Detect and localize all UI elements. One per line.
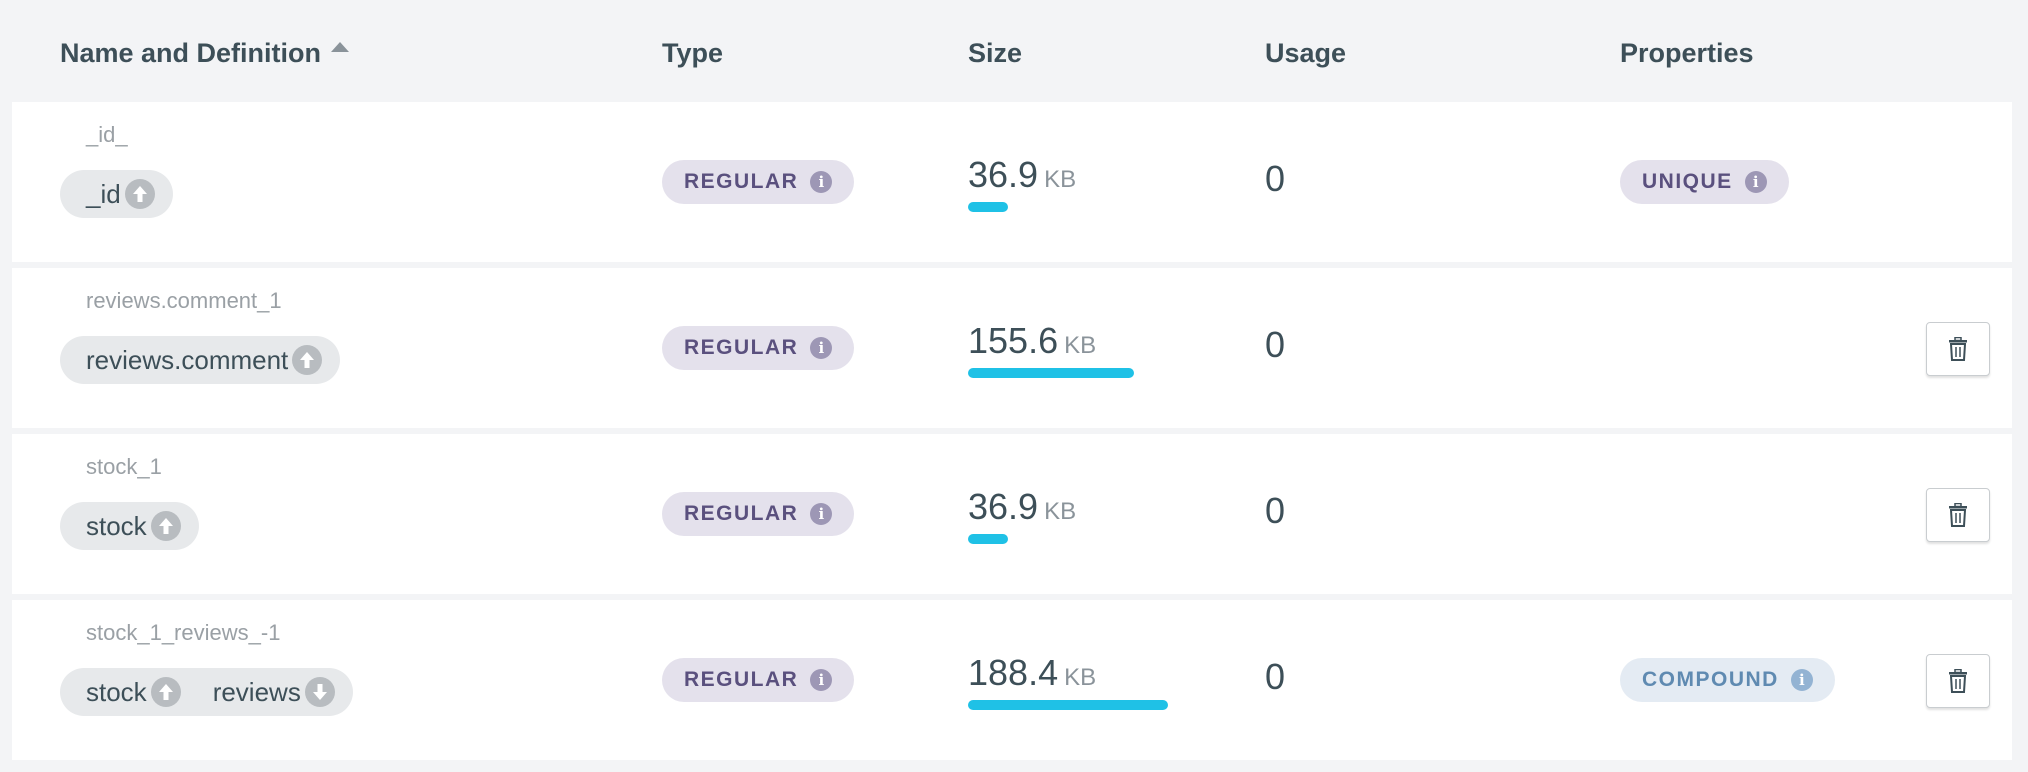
delete-index-button[interactable] xyxy=(1926,322,1990,376)
size-value: 36.9 xyxy=(968,154,1039,195)
index-field: _id xyxy=(86,179,155,210)
index-field-name: reviews.comment xyxy=(86,344,289,375)
trash-icon xyxy=(1948,503,1968,527)
info-icon[interactable]: i xyxy=(810,669,833,691)
column-header-type-label: Type xyxy=(662,38,724,68)
size-value: 188.4 xyxy=(968,652,1059,693)
column-header-name-label: Name and Definition xyxy=(60,38,322,68)
column-header-size[interactable]: Size xyxy=(968,38,1022,69)
type-badge: REGULAR i xyxy=(662,160,855,204)
size-cell: 36.9 KB xyxy=(968,154,1077,212)
info-icon[interactable]: i xyxy=(810,171,833,193)
column-header-properties-label: Properties xyxy=(1620,38,1754,68)
size-unit: KB xyxy=(1064,332,1097,359)
arrow-up-circle-icon xyxy=(124,179,155,209)
table-row: stock_1 stock REGULAR i 36.9 KB 0 xyxy=(12,434,2012,594)
index-field: reviews xyxy=(213,677,335,708)
info-icon[interactable]: i xyxy=(1790,669,1813,691)
table-row: stock_1_reviews_-1 stock reviews REGULAR… xyxy=(12,600,2012,760)
trash-icon xyxy=(1948,669,1968,693)
size-bar xyxy=(968,534,1008,544)
index-name: _id_ xyxy=(86,122,128,147)
size-cell: 155.6 KB xyxy=(968,320,1134,378)
column-header-type[interactable]: Type xyxy=(662,38,723,69)
trash-icon xyxy=(1948,337,1968,361)
size-unit: KB xyxy=(1044,166,1077,193)
info-icon[interactable]: i xyxy=(1744,171,1767,193)
table-header: Name and Definition Type Size Usage Prop… xyxy=(0,0,2028,102)
property-badge-label: COMPOUND xyxy=(1642,668,1779,691)
type-badge-label: REGULAR xyxy=(684,668,799,691)
size-cell: 36.9 KB xyxy=(968,486,1077,544)
table-row: _id_ _id REGULAR i 36.9 KB 0 UNIQUE i xyxy=(12,102,2012,262)
column-header-name[interactable]: Name and Definition xyxy=(60,38,350,69)
property-badge: COMPOUND i xyxy=(1620,658,1835,702)
info-icon[interactable]: i xyxy=(810,337,833,359)
size-bar xyxy=(968,202,1008,212)
delete-index-button[interactable] xyxy=(1926,654,1990,708)
type-badge-label: REGULAR xyxy=(684,502,799,525)
arrow-up-circle-icon xyxy=(292,345,323,375)
index-definition-pill: stock xyxy=(60,502,199,550)
type-badge-label: REGULAR xyxy=(684,336,799,359)
column-header-usage[interactable]: Usage xyxy=(1265,38,1346,69)
type-badge: REGULAR i xyxy=(662,658,855,702)
index-name: reviews.comment_1 xyxy=(86,288,282,313)
usage-count: 0 xyxy=(1265,324,1286,365)
delete-index-button[interactable] xyxy=(1926,488,1990,542)
index-definition-pill: stock reviews xyxy=(60,668,353,716)
size-unit: KB xyxy=(1064,664,1097,691)
arrow-up-circle-icon xyxy=(150,511,181,541)
type-badge-label: REGULAR xyxy=(684,170,799,193)
index-field-name: stock xyxy=(86,676,147,707)
size-unit: KB xyxy=(1044,498,1077,525)
size-bar xyxy=(968,700,1168,710)
arrow-down-circle-icon xyxy=(304,677,335,707)
index-field: reviews.comment xyxy=(86,344,323,376)
index-field: stock xyxy=(86,677,181,708)
index-field-name: stock xyxy=(86,510,147,541)
type-badge: REGULAR i xyxy=(662,492,855,536)
usage-count: 0 xyxy=(1265,158,1286,199)
index-field-name: reviews xyxy=(212,676,301,707)
size-value: 36.9 xyxy=(968,486,1039,527)
usage-count: 0 xyxy=(1265,490,1286,531)
index-field-name: _id xyxy=(86,178,121,209)
property-badge-label: UNIQUE xyxy=(1642,170,1733,193)
caret-up-icon xyxy=(331,41,350,52)
column-header-properties[interactable]: Properties xyxy=(1620,38,1754,69)
type-badge: REGULAR i xyxy=(662,326,855,370)
size-value: 155.6 xyxy=(968,320,1059,361)
index-definition-pill: reviews.comment xyxy=(60,336,341,384)
size-bar xyxy=(968,368,1134,378)
column-header-usage-label: Usage xyxy=(1265,38,1347,68)
index-name: stock_1_reviews_-1 xyxy=(86,620,281,645)
size-cell: 188.4 KB xyxy=(968,652,1168,710)
table-row: reviews.comment_1 reviews.comment REGULA… xyxy=(12,268,2012,428)
property-badge: UNIQUE i xyxy=(1620,160,1789,204)
index-definition-pill: _id xyxy=(60,170,173,218)
index-field: stock xyxy=(86,511,181,542)
usage-count: 0 xyxy=(1265,656,1286,697)
column-header-size-label: Size xyxy=(968,38,1023,68)
index-name: stock_1 xyxy=(86,454,162,479)
info-icon[interactable]: i xyxy=(810,503,833,525)
arrow-up-circle-icon xyxy=(150,677,181,707)
